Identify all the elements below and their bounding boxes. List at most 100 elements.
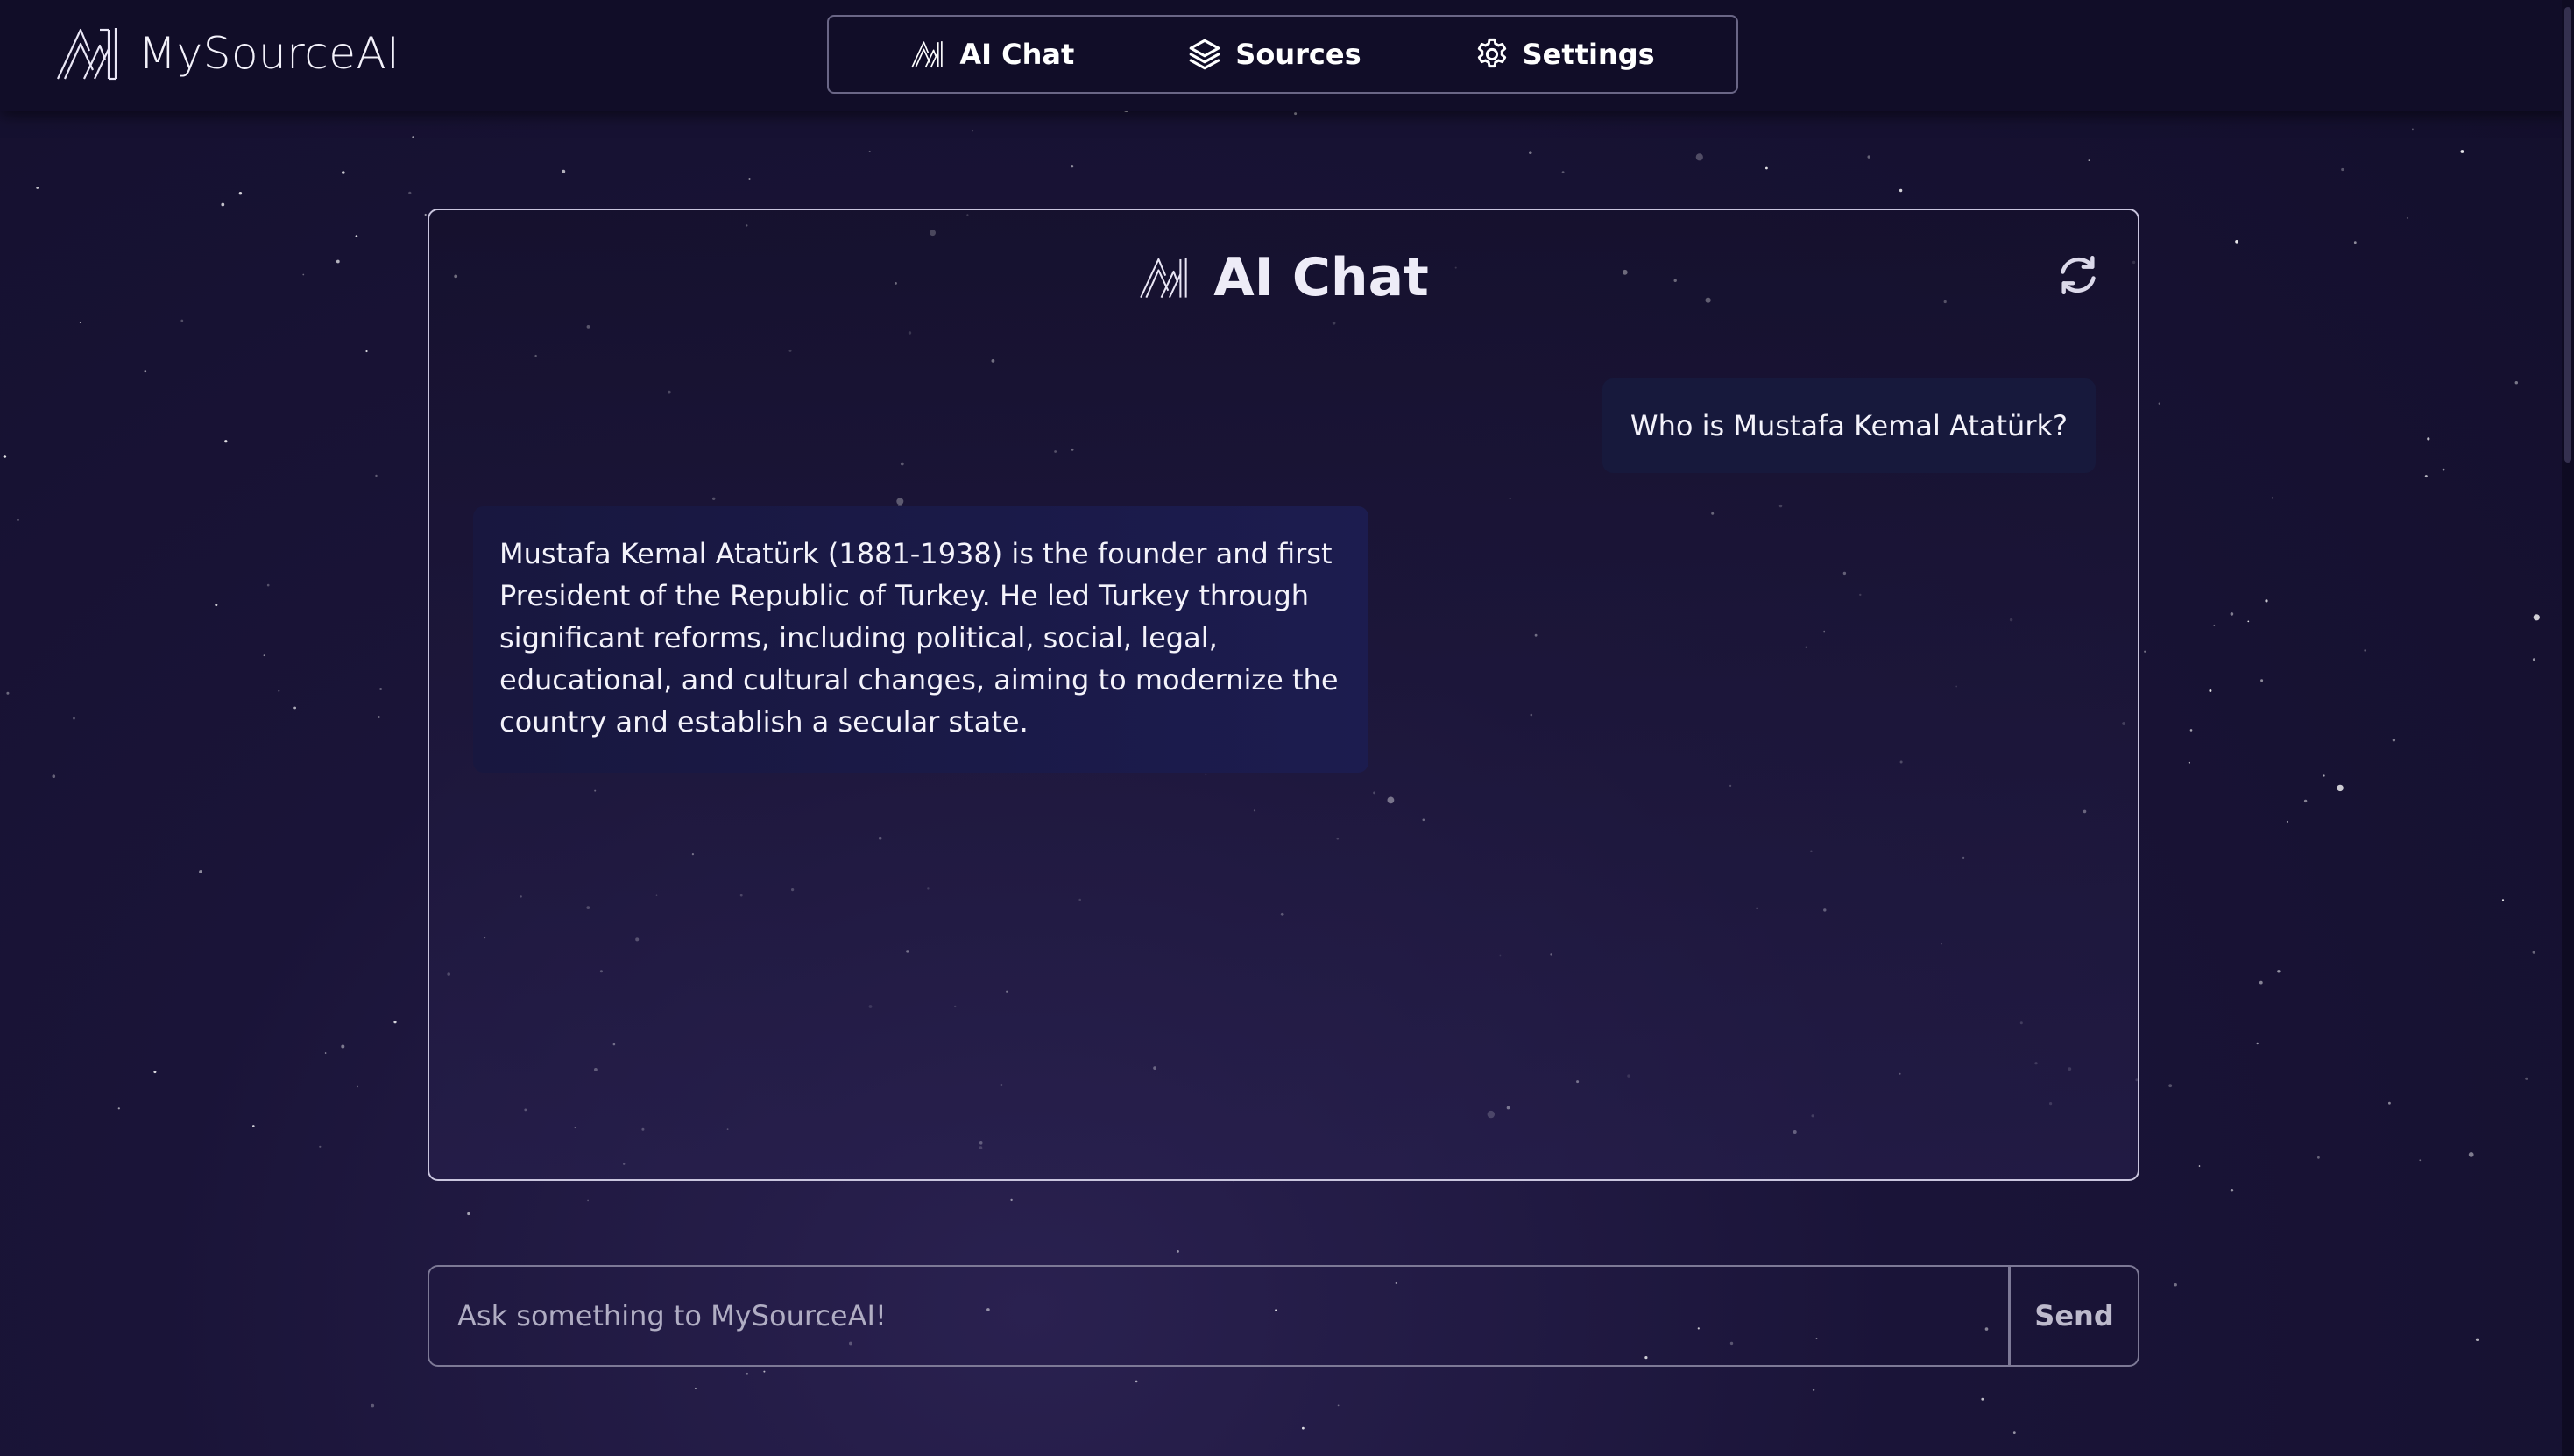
nav-item-ai-chat[interactable]: AI Chat <box>910 36 1074 73</box>
page-scrollbar[interactable] <box>2562 0 2574 1456</box>
nav-item-settings[interactable]: Settings <box>1474 36 1655 73</box>
star <box>2144 650 2146 653</box>
star <box>379 688 382 690</box>
star <box>587 1199 589 1202</box>
star <box>1177 1250 1179 1253</box>
star <box>2533 614 2540 621</box>
main-nav: AI Chat Sources Settings <box>827 15 1738 94</box>
star <box>2189 729 2193 732</box>
star <box>393 1021 397 1024</box>
star <box>2406 216 2408 219</box>
star <box>153 1071 157 1074</box>
star <box>336 259 340 264</box>
star <box>36 187 39 189</box>
star <box>342 171 345 174</box>
star <box>1981 1397 1984 1401</box>
star <box>972 130 974 132</box>
star <box>278 690 280 692</box>
message-input[interactable] <box>429 1267 2008 1365</box>
refresh-icon[interactable] <box>2054 251 2103 300</box>
star <box>221 202 225 207</box>
star <box>180 319 184 322</box>
star <box>2514 381 2518 385</box>
nav-item-label: AI Chat <box>959 38 1075 71</box>
star <box>412 136 414 138</box>
star <box>2174 1283 2177 1287</box>
star <box>2475 1338 2479 1342</box>
star <box>2525 1077 2528 1080</box>
star <box>215 604 218 607</box>
star <box>2412 128 2414 131</box>
star <box>424 213 427 216</box>
chat-header: AI Chat <box>429 247 2138 308</box>
star <box>371 1403 375 1408</box>
star <box>1561 171 1565 174</box>
star <box>2256 1042 2259 1045</box>
star <box>3 455 7 458</box>
star <box>2088 159 2090 162</box>
star <box>2213 624 2216 626</box>
star <box>324 1052 327 1054</box>
brand[interactable]: MySourceAI <box>54 25 400 82</box>
star <box>2341 167 2344 172</box>
star <box>355 235 358 237</box>
nav-item-label: Sources <box>1235 38 1361 71</box>
star <box>2271 497 2273 499</box>
star <box>2286 820 2288 823</box>
star <box>224 440 228 443</box>
star <box>2247 620 2250 623</box>
star <box>238 192 243 195</box>
star <box>2468 1152 2474 1157</box>
star <box>2442 468 2445 471</box>
star <box>263 654 265 657</box>
assistant-message: Mustafa Kemal Atatürk (1881-1938) is the… <box>473 506 1368 773</box>
star <box>2235 240 2238 244</box>
star <box>293 706 296 710</box>
star <box>1071 165 1074 168</box>
star <box>2501 899 2505 901</box>
star <box>562 169 566 173</box>
star <box>2188 761 2190 764</box>
star <box>375 474 378 477</box>
star <box>868 150 871 152</box>
star <box>467 1212 470 1216</box>
star <box>1812 1389 1815 1391</box>
star <box>2158 402 2160 405</box>
star <box>2265 599 2268 603</box>
star <box>2230 612 2234 616</box>
star <box>266 583 270 587</box>
nav-item-sources[interactable]: Sources <box>1186 36 1361 73</box>
star <box>408 191 412 194</box>
star <box>2260 679 2264 682</box>
star <box>2424 475 2428 478</box>
layers-icon <box>1189 39 1220 70</box>
chat-title: AI Chat <box>1213 247 1429 308</box>
star <box>2392 739 2396 742</box>
star <box>144 370 147 373</box>
star <box>378 716 380 718</box>
star <box>2198 1165 2201 1167</box>
star <box>1337 1404 1340 1407</box>
star <box>79 322 81 324</box>
star <box>73 717 75 720</box>
star <box>1867 155 1870 159</box>
star <box>2460 150 2464 153</box>
scrollbar-thumb[interactable] <box>2564 7 2571 463</box>
star <box>2012 1431 2016 1434</box>
star <box>1135 1380 1138 1383</box>
star <box>746 1372 748 1375</box>
send-button[interactable]: Send <box>2008 1267 2138 1365</box>
star <box>748 178 751 180</box>
mysourceai-logo-icon <box>911 41 944 68</box>
star <box>2209 689 2212 692</box>
star <box>1294 112 1298 116</box>
star <box>1695 153 1703 161</box>
star <box>2277 970 2281 973</box>
star <box>2259 980 2263 985</box>
star <box>2168 1084 2173 1088</box>
star <box>2427 437 2430 441</box>
gear-icon <box>1477 38 1506 68</box>
star <box>357 1085 358 1088</box>
star <box>2337 784 2344 792</box>
star <box>2303 799 2308 803</box>
